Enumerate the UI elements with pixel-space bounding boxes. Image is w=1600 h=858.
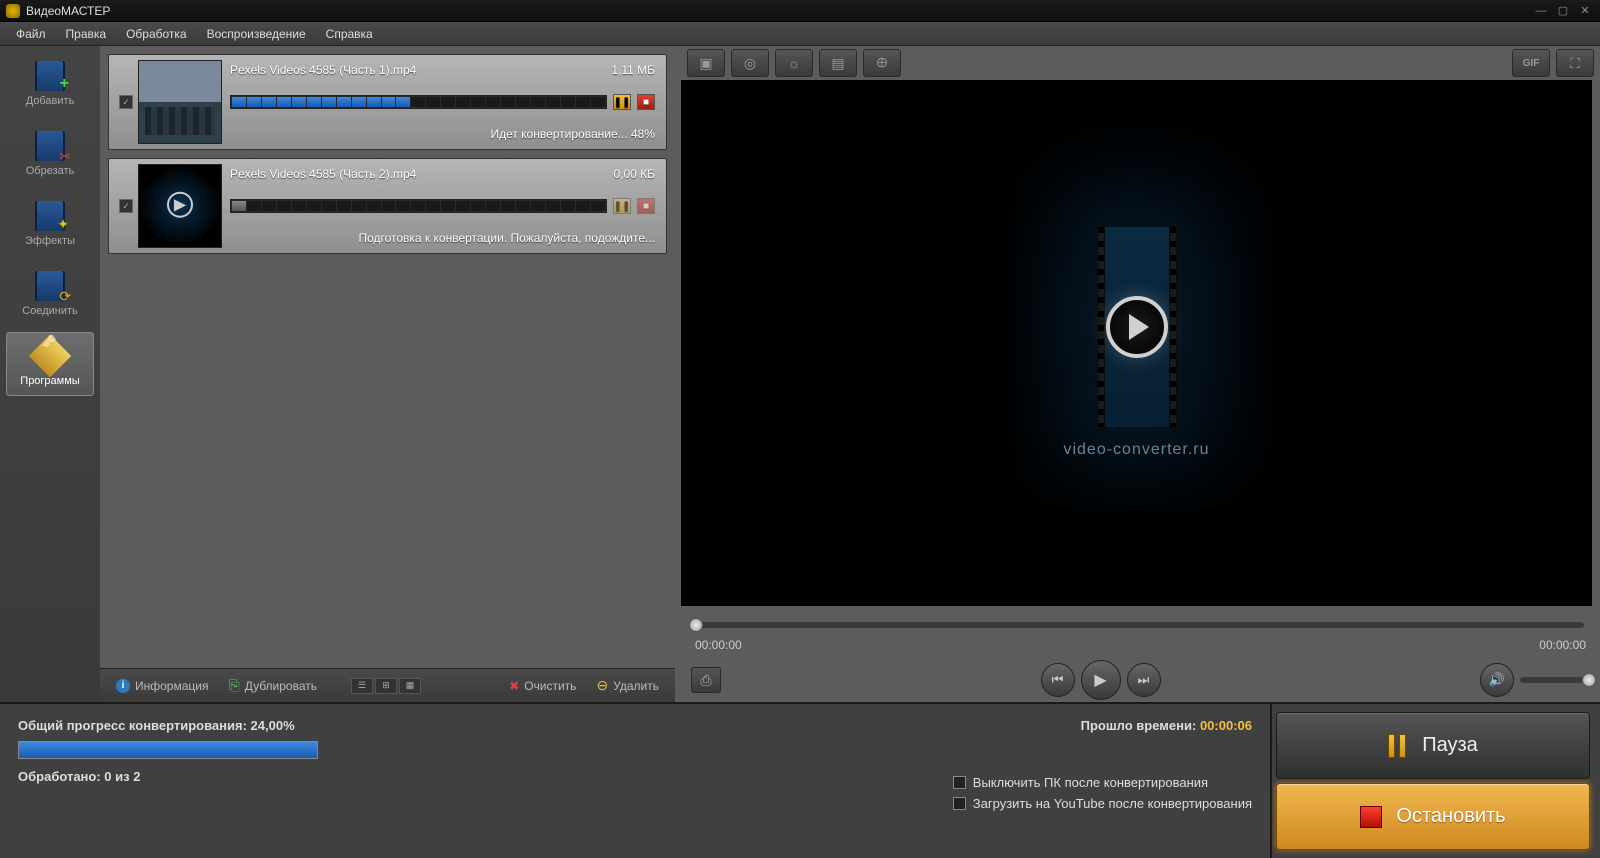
preview-area[interactable]: video-converter.ru	[681, 80, 1592, 606]
queue-column: ✓ Pexels Videos 4585 (Часть 1).mp4 1,11 …	[100, 46, 675, 702]
info-icon: i	[116, 679, 130, 693]
time-current: 00:00:00	[695, 638, 742, 652]
view-compact-button[interactable]: ⊞	[375, 678, 397, 694]
volume-slider[interactable]	[1520, 677, 1590, 683]
crop-tool-button[interactable]: ▣	[687, 49, 725, 77]
stop-button[interactable]: Остановить	[1276, 783, 1590, 850]
queue-checkbox[interactable]: ✓	[119, 95, 133, 109]
rotate-tool-button[interactable]: ◎	[731, 49, 769, 77]
item-pause-button[interactable]: ❚❚	[613, 198, 631, 214]
play-button[interactable]: ▶	[1081, 660, 1121, 700]
item-status: Идет конвертирование... 48%	[230, 127, 655, 141]
view-list-button[interactable]: ☰	[351, 678, 373, 694]
text-tool-button[interactable]: ▤	[819, 49, 857, 77]
info-button[interactable]: iИнформация	[110, 676, 214, 696]
window-title: ВидеоМАСТЕР	[26, 4, 1528, 18]
item-stop-button[interactable]: ■	[637, 94, 655, 110]
preview-caption: video-converter.ru	[1063, 441, 1209, 459]
action-panel: Пауза Остановить	[1270, 704, 1600, 858]
item-status: Подготовка к конвертации. Пожалуйста, по…	[230, 231, 655, 245]
snapshot-button[interactable]: ⎙	[691, 667, 721, 693]
gif-button[interactable]: GIF	[1512, 49, 1550, 77]
checkbox[interactable]	[953, 776, 966, 789]
item-progress-bar	[230, 95, 607, 109]
preview-toolbar: ▣ ◎ ☼ ▤ 𐀏 GIF ⛶	[681, 46, 1600, 80]
file-name: Pexels Videos 4585 (Часть 1).mp4	[230, 63, 416, 77]
preview-column: ▣ ◎ ☼ ▤ 𐀏 GIF ⛶ video-converter.ru 00:00…	[675, 46, 1600, 702]
time-total: 00:00:00	[1539, 638, 1586, 652]
menu-process[interactable]: Обработка	[116, 24, 197, 44]
prev-button[interactable]: ⏮	[1041, 663, 1075, 697]
item-pause-button[interactable]: ❚❚	[613, 94, 631, 110]
scissors-icon	[35, 131, 65, 161]
thumbnail	[138, 164, 222, 248]
add-icon	[35, 61, 65, 91]
filmstrip-icon	[1097, 227, 1177, 427]
sidebar-cut[interactable]: Обрезать	[6, 122, 94, 186]
item-progress-bar	[230, 199, 607, 213]
sidebar-add[interactable]: Добавить	[6, 52, 94, 116]
delete-button[interactable]: ⊖Удалить	[590, 674, 665, 697]
pause-icon	[1388, 734, 1408, 758]
minimize-button[interactable]: —	[1532, 4, 1550, 18]
queue-footer: iИнформация ⎘Дублировать ☰ ⊞ ▦ ✖Очистить…	[100, 668, 675, 702]
thumbnail	[138, 60, 222, 144]
menu-edit[interactable]: Правка	[56, 24, 117, 44]
file-name: Pexels Videos 4585 (Часть 2).mp4	[230, 167, 416, 181]
sidebar-programs[interactable]: Программы	[6, 332, 94, 396]
file-size: 0,00 КБ	[613, 167, 655, 181]
stop-icon	[1360, 806, 1382, 828]
sparkle-icon	[35, 201, 65, 231]
processed-count: Обработано: 0 из 2	[18, 769, 140, 784]
shutdown-checkbox-row[interactable]: Выключить ПК после конвертирования	[953, 775, 1252, 790]
overall-progress-label: Общий прогресс конвертирования: 24,00%	[18, 718, 295, 733]
seek-thumb[interactable]	[689, 618, 703, 632]
clear-button[interactable]: ✖Очистить	[503, 676, 582, 696]
seek-slider[interactable]	[689, 622, 1584, 628]
menu-file[interactable]: Файл	[6, 24, 56, 44]
queue-item[interactable]: ✓ Pexels Videos 4585 (Часть 1).mp4 1,11 …	[108, 54, 667, 150]
pause-button[interactable]: Пауза	[1276, 712, 1590, 779]
close-button[interactable]: ✕	[1576, 4, 1594, 18]
progress-panel: Общий прогресс конвертирования: 24,00% П…	[0, 704, 1270, 858]
menu-help[interactable]: Справка	[316, 24, 383, 44]
view-grid-button[interactable]: ▦	[399, 678, 421, 694]
fullscreen-button[interactable]: ⛶	[1556, 49, 1594, 77]
titlebar: ВидеоМАСТЕР — ▢ ✕	[0, 0, 1600, 22]
sidebar-label: Добавить	[26, 95, 75, 107]
youtube-checkbox-row[interactable]: Загрузить на YouTube после конвертирован…	[953, 796, 1252, 811]
key-icon	[29, 335, 71, 377]
checkbox[interactable]	[953, 797, 966, 810]
maximize-button[interactable]: ▢	[1554, 4, 1572, 18]
clear-icon: ✖	[509, 679, 519, 693]
queue-list: ✓ Pexels Videos 4585 (Часть 1).mp4 1,11 …	[100, 46, 675, 668]
volume-thumb[interactable]	[1582, 673, 1596, 687]
delete-icon: ⊖	[596, 677, 608, 694]
mute-button[interactable]: 🔊	[1480, 663, 1514, 697]
overall-progress-bar	[18, 741, 318, 759]
elapsed-time: Прошло времени: 00:00:06	[1081, 718, 1252, 733]
duplicate-icon: ⎘	[228, 677, 239, 694]
menubar: Файл Правка Обработка Воспроизведение Сп…	[0, 22, 1600, 46]
sidebar-label: Соединить	[22, 305, 78, 317]
queue-item[interactable]: ✓ Pexels Videos 4585 (Часть 2).mp4 0,00 …	[108, 158, 667, 254]
next-button[interactable]: ⏭	[1127, 663, 1161, 697]
duplicate-button[interactable]: ⎘Дублировать	[222, 674, 323, 697]
sidebar-label: Эффекты	[25, 235, 75, 247]
play-circle-icon	[1106, 296, 1168, 358]
speed-tool-button[interactable]: 𐀏	[863, 49, 901, 77]
brightness-tool-button[interactable]: ☼	[775, 49, 813, 77]
sidebar-join[interactable]: Соединить	[6, 262, 94, 326]
file-size: 1,11 МБ	[611, 63, 655, 77]
app-logo-icon	[6, 4, 20, 18]
item-stop-button[interactable]: ■	[637, 198, 655, 214]
sidebar-effects[interactable]: Эффекты	[6, 192, 94, 256]
queue-checkbox[interactable]: ✓	[119, 199, 133, 213]
view-toggle: ☰ ⊞ ▦	[351, 678, 421, 694]
menu-playback[interactable]: Воспроизведение	[197, 24, 316, 44]
preview-placeholder: video-converter.ru	[1063, 227, 1209, 459]
sidebar: Добавить Обрезать Эффекты Соединить Прог…	[0, 46, 100, 702]
sidebar-label: Обрезать	[26, 165, 75, 177]
join-icon	[35, 271, 65, 301]
